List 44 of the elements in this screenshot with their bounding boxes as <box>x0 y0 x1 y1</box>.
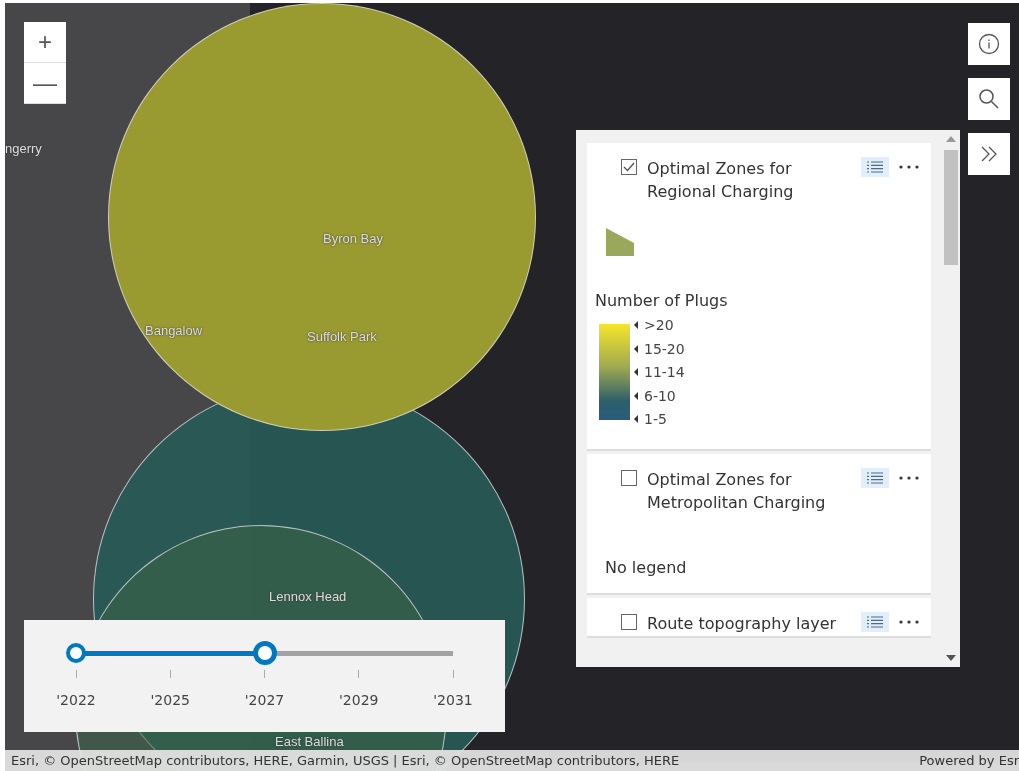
tick-label: '2025 <box>150 692 190 708</box>
layer-title: Route topography layer <box>647 613 838 635</box>
search-button[interactable] <box>968 78 1010 120</box>
place-label: Byron Bay <box>323 231 383 246</box>
powered-by-text: Powered by Esr <box>919 753 1019 768</box>
tick-label: '2027 <box>244 692 285 708</box>
place-label: Lennox Head <box>269 589 347 604</box>
legend-stop-label: >20 <box>634 317 685 333</box>
scroll-down-icon[interactable] <box>946 655 956 661</box>
tick-label: '2031 <box>433 692 473 708</box>
info-icon <box>978 33 1000 55</box>
place-label: Suffolk Park <box>307 329 377 344</box>
legend-stop-label: 11-14 <box>634 364 685 380</box>
legend-list-icon[interactable] <box>861 157 889 177</box>
no-legend-text: No legend <box>604 557 688 579</box>
tick-label: '2029 <box>339 692 379 708</box>
pointer-triangle-icon <box>634 321 638 329</box>
legend-list-icon[interactable] <box>861 468 889 488</box>
layer-checkbox[interactable] <box>621 470 637 486</box>
place-label: East Ballina <box>275 734 344 749</box>
layer-checkbox[interactable] <box>621 614 637 630</box>
double-chevron-icon <box>979 144 999 164</box>
scrollbar-thumb[interactable] <box>944 150 958 265</box>
place-label: ngerry <box>5 141 42 156</box>
legend-stop-label: 15-20 <box>634 340 685 357</box>
legend-stop-label: 1-5 <box>634 411 685 427</box>
pointer-triangle-icon <box>634 368 638 376</box>
pointer-triangle-icon <box>634 391 638 400</box>
tick-label: '2022 <box>56 692 96 708</box>
layer-title: Optimal Zones for Regional Charging <box>647 158 795 203</box>
attribution-text: Esri, © OpenStreetMap contributors, HERE, Garmin, USGS | Esri, © OpenStreetMap contributors, HERE <box>11 753 680 768</box>
slider-thumb[interactable] <box>66 643 86 663</box>
legend-stop-label: 6-10 <box>634 387 685 404</box>
layer-title: Optimal Zones for Metropolitan Charging <box>647 469 827 514</box>
info-button[interactable] <box>968 23 1010 65</box>
layer-checkbox[interactable] <box>621 159 637 175</box>
pointer-triangle-icon <box>634 415 638 423</box>
place-label: Bangalow <box>145 323 203 338</box>
search-icon <box>978 88 1000 110</box>
legend-list-icon[interactable] <box>861 612 889 632</box>
slider-thumb[interactable] <box>252 641 277 665</box>
legend-title: Number of Plugs <box>595 291 729 310</box>
pointer-triangle-icon <box>634 344 638 353</box>
polygon-swatch-icon <box>605 227 635 257</box>
